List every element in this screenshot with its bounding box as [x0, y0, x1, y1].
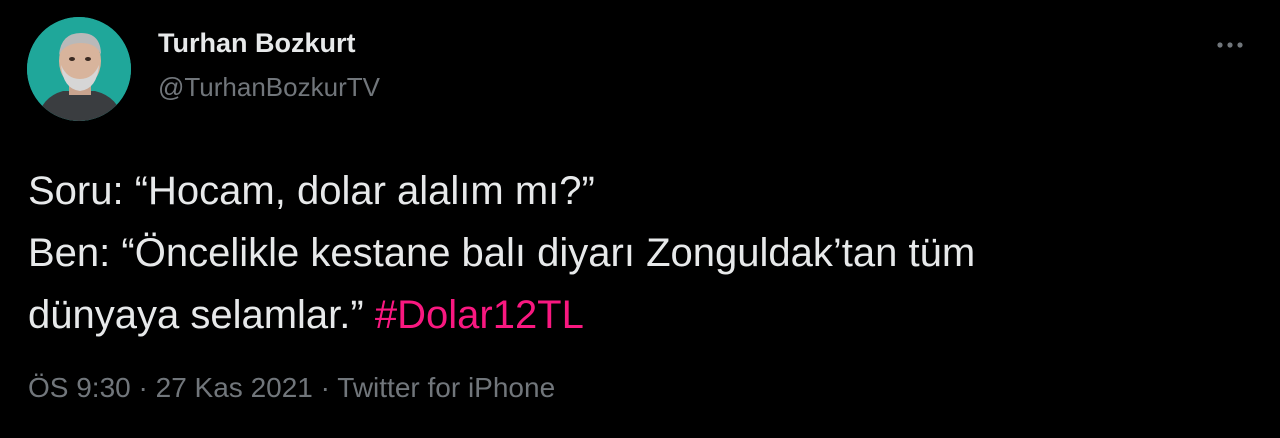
- avatar-photo-icon: [27, 17, 131, 121]
- author-display-name[interactable]: Turhan Bozkurt: [158, 28, 356, 59]
- tweet-line-3-text: dünyaya selamlar.”: [28, 293, 364, 337]
- meta-separator: ·: [320, 372, 330, 403]
- more-options-button[interactable]: [1208, 30, 1252, 60]
- tweet-time[interactable]: ÖS 9:30: [28, 372, 131, 403]
- tweet-line-1: Soru: “Hocam, dolar alalım mı?”: [28, 169, 595, 213]
- hashtag-link[interactable]: #Dolar12TL: [375, 293, 584, 337]
- tweet-line-3: dünyaya selamlar.” #Dolar12TL: [28, 284, 1258, 346]
- meta-separator: ·: [138, 372, 148, 403]
- tweet-metadata: ÖS 9:30 · 27 Kas 2021 · Twitter for iPho…: [28, 372, 555, 404]
- author-avatar[interactable]: [27, 17, 131, 121]
- tweet-line-2: Ben: “Öncelikle kestane balı diyarı Zong…: [28, 231, 976, 275]
- more-horizontal-icon: [1217, 42, 1243, 48]
- author-handle[interactable]: @TurhanBozkurTV: [158, 72, 380, 103]
- tweet-card: Turhan Bozkurt @TurhanBozkurTV Soru: “Ho…: [0, 0, 1280, 438]
- tweet-source[interactable]: Twitter for iPhone: [337, 372, 555, 403]
- tweet-date[interactable]: 27 Kas 2021: [156, 372, 313, 403]
- tweet-text: Soru: “Hocam, dolar alalım mı?” Ben: “Ön…: [28, 160, 1258, 346]
